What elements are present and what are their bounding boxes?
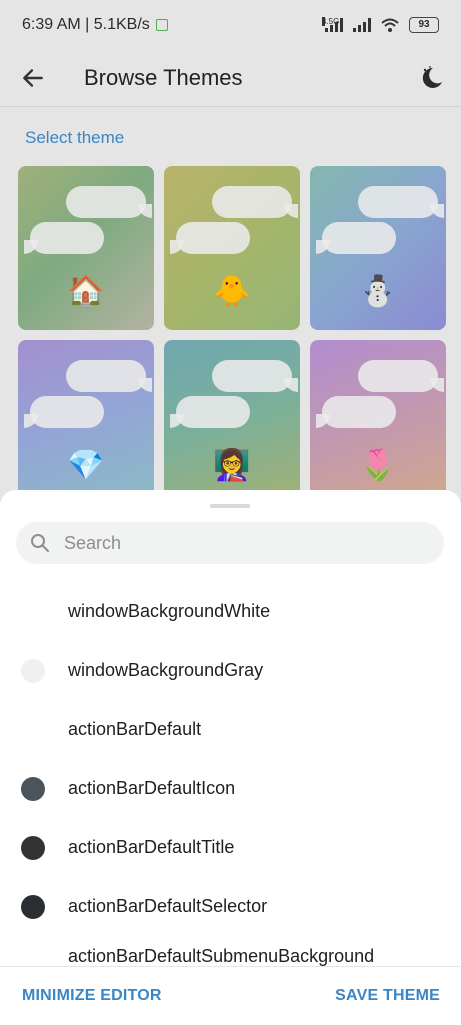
status-bar: 6:39 AM | 5.1KB/s 4.5G 93 — [0, 0, 461, 50]
message-bubble-outgoing — [358, 186, 444, 218]
theme-emoji: ⛄ — [359, 275, 397, 308]
color-swatch — [21, 658, 45, 683]
back-arrow-icon[interactable] — [20, 65, 46, 91]
search-icon — [31, 534, 49, 552]
color-key-list: windowBackgroundWhite windowBackgroundGr… — [0, 582, 461, 970]
theme-tile-tulip[interactable]: 🌷 — [310, 340, 446, 504]
battery-indicator: 93 — [409, 17, 439, 33]
message-bubble-incoming — [170, 396, 250, 428]
list-item-label: actionBarDefault — [68, 719, 202, 739]
message-bubble-incoming — [316, 222, 396, 254]
list-item-label: actionBarDefaultSelector — [68, 896, 268, 916]
list-item[interactable]: actionBarDefaultSubmenuBackground — [0, 936, 461, 970]
list-item-label: windowBackgroundGray — [68, 660, 264, 680]
theme-tile-diamond[interactable]: 💎 — [18, 340, 154, 504]
notification-icon — [155, 19, 168, 31]
page-title: Browse Themes — [84, 65, 243, 90]
message-bubble-incoming — [316, 396, 396, 428]
message-bubble-outgoing — [212, 360, 298, 392]
message-bubble-incoming — [24, 396, 104, 428]
search-bar[interactable] — [16, 522, 444, 564]
minimize-editor-button[interactable]: MINIMIZE EDITOR — [22, 987, 162, 1005]
list-item[interactable]: actionBarDefaultSelector — [0, 877, 461, 936]
list-item[interactable]: actionBarDefault — [0, 700, 461, 759]
theme-tile-teacher[interactable]: 👩‍🏫 — [164, 340, 300, 504]
list-item[interactable]: windowBackgroundGray — [0, 641, 461, 700]
list-item[interactable]: actionBarDefaultIcon — [0, 759, 461, 818]
theme-editor-sheet: windowBackgroundWhite windowBackgroundGr… — [0, 490, 461, 1025]
sheet-drag-handle[interactable] — [210, 504, 250, 508]
section-label: Select theme — [25, 128, 125, 147]
message-bubble-outgoing — [358, 360, 444, 392]
list-item-label: actionBarDefaultIcon — [68, 778, 236, 798]
message-bubble-outgoing — [66, 186, 152, 218]
list-item-label: windowBackgroundWhite — [68, 601, 271, 621]
theme-grid: 🏠 🐥 ⛄ 💎 👩‍🏫 🌷 — [18, 166, 446, 504]
message-bubble-incoming — [24, 222, 104, 254]
list-item-label: actionBarDefaultSubmenuBackground — [68, 946, 375, 966]
status-time-speed: 6:39 AM | 5.1KB/s — [22, 16, 150, 33]
color-swatch — [21, 894, 45, 919]
list-item[interactable]: windowBackgroundWhite — [0, 582, 461, 641]
message-bubble-outgoing — [212, 186, 298, 218]
theme-tile-house[interactable]: 🏠 — [18, 166, 154, 330]
theme-emoji: 💎 — [67, 449, 105, 482]
theme-emoji: 🌷 — [359, 449, 397, 482]
network-type-label: 4.5G — [322, 17, 340, 26]
cellular-signal-2-icon — [353, 18, 371, 32]
theme-tile-chick[interactable]: 🐥 — [164, 166, 300, 330]
theme-emoji: 👩‍🏫 — [213, 449, 251, 482]
color-swatch — [21, 835, 45, 860]
save-theme-button[interactable]: SAVE THEME — [335, 987, 440, 1005]
theme-emoji: 🐥 — [213, 275, 251, 308]
editor-action-bar: MINIMIZE EDITOR SAVE THEME — [0, 966, 461, 1025]
color-swatch — [21, 776, 45, 801]
status-right: 4.5G 93 — [322, 17, 439, 33]
night-mode-icon[interactable] — [417, 64, 445, 92]
list-item-label: actionBarDefaultTitle — [68, 837, 235, 857]
wifi-icon — [381, 18, 399, 32]
list-item[interactable]: actionBarDefaultTitle — [0, 818, 461, 877]
message-bubble-outgoing — [66, 360, 152, 392]
message-bubble-incoming — [170, 222, 250, 254]
search-input[interactable] — [62, 531, 444, 555]
app-bar: Browse Themes — [0, 50, 461, 107]
theme-tile-snowman[interactable]: ⛄ — [310, 166, 446, 330]
cellular-signal-icon: 4.5G — [322, 17, 343, 32]
status-left: 6:39 AM | 5.1KB/s — [22, 16, 168, 34]
theme-emoji: 🏠 — [67, 275, 105, 308]
